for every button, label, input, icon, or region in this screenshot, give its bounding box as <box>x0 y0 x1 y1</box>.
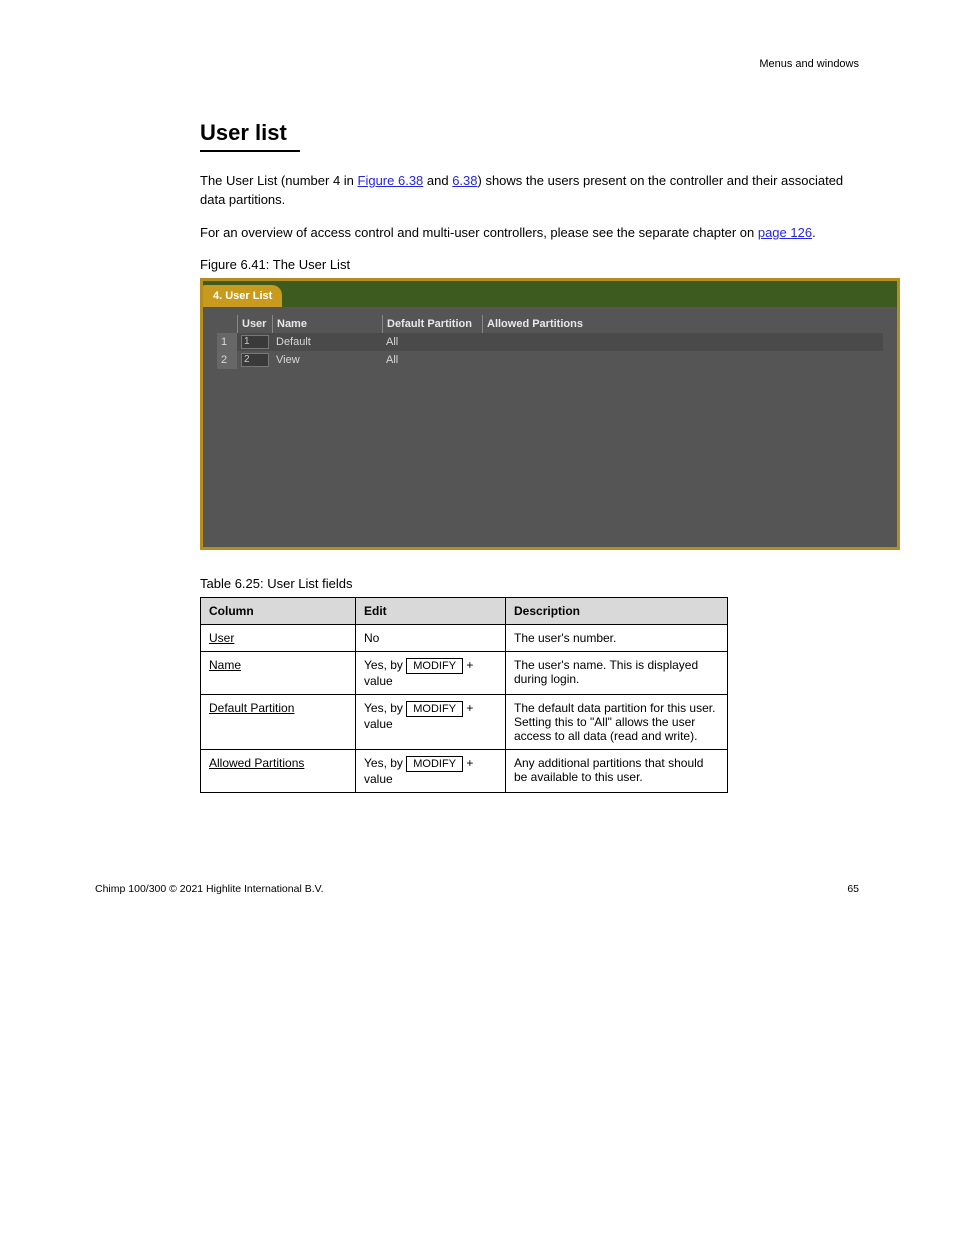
row-name: Default <box>272 333 382 351</box>
user-id-field[interactable]: 1 <box>241 335 269 349</box>
page-footer: Chimp 100/300 © 2021 Highlite Internatio… <box>90 883 864 895</box>
row-default-partition: All <box>382 351 482 369</box>
row-user: 2 <box>237 351 272 369</box>
modify-button[interactable]: MODIFY <box>406 658 463 674</box>
tab-user-list[interactable]: 4. User List <box>203 285 282 307</box>
spec-row: Name Yes, by MODIFY + value The user's n… <box>201 651 728 694</box>
table-row[interactable]: 2 2 View All <box>217 351 883 369</box>
spec-row: Default Partition Yes, by MODIFY + value… <box>201 694 728 749</box>
spec-col-user: User <box>209 631 234 645</box>
table-row[interactable]: 1 1 Default All <box>217 333 883 351</box>
figure-link-2[interactable]: 6.38 <box>452 173 477 188</box>
section-title: User list <box>200 120 864 146</box>
spec-desc: Any additional partitions that should be… <box>506 749 728 792</box>
user-list-window: 4. User List User Name Default Partition… <box>200 278 900 550</box>
spec-header-column: Column <box>201 597 356 624</box>
row-default-partition: All <box>382 333 482 351</box>
user-list-fields-table: Column Edit Description User No The user… <box>200 597 728 793</box>
spec-edit: No <box>356 624 506 651</box>
spec-row: User No The user's number. <box>201 624 728 651</box>
footer-page-number: 65 <box>847 883 859 895</box>
spec-row: Allowed Partitions Yes, by MODIFY + valu… <box>201 749 728 792</box>
row-index: 2 <box>217 351 237 369</box>
row-index: 1 <box>217 333 237 351</box>
header-right: Menus and windows <box>759 58 859 70</box>
header-default-partition: Default Partition <box>382 315 482 333</box>
intro-paragraphs: The User List (number 4 in Figure 6.38 a… <box>200 172 864 243</box>
spec-edit: Yes, by MODIFY + value <box>356 651 506 694</box>
spec-col-name: Name <box>209 658 241 672</box>
row-allowed-partitions <box>482 351 612 369</box>
spec-desc: The user's number. <box>506 624 728 651</box>
intro-para-2: For an overview of access control and mu… <box>200 224 864 243</box>
figure-link-1[interactable]: Figure 6.38 <box>358 173 424 188</box>
header-name: Name <box>272 315 382 333</box>
title-underline <box>200 150 300 152</box>
row-name: View <box>272 351 382 369</box>
spec-desc: The default data partition for this user… <box>506 694 728 749</box>
tab-bar: 4. User List <box>203 281 897 307</box>
user-id-field[interactable]: 2 <box>241 353 269 367</box>
footer-left: Chimp 100/300 © 2021 Highlite Internatio… <box>95 883 324 895</box>
row-user: 1 <box>237 333 272 351</box>
page-link[interactable]: page 126 <box>758 225 812 240</box>
spec-header-description: Description <box>506 597 728 624</box>
spec-header-edit: Edit <box>356 597 506 624</box>
user-list-content: User Name Default Partition Allowed Part… <box>203 307 897 547</box>
spec-edit: Yes, by MODIFY + value <box>356 749 506 792</box>
spec-desc: The user's name. This is displayed durin… <box>506 651 728 694</box>
header-allowed-partitions: Allowed Partitions <box>482 315 612 333</box>
spec-table-caption: Table 6.25: User List fields <box>200 576 864 591</box>
intro-para-1: The User List (number 4 in Figure 6.38 a… <box>200 172 864 210</box>
spec-col-allowed-partitions: Allowed Partitions <box>209 756 304 770</box>
spec-edit: Yes, by MODIFY + value <box>356 694 506 749</box>
modify-button[interactable]: MODIFY <box>406 756 463 772</box>
table-header-row: User Name Default Partition Allowed Part… <box>217 315 883 333</box>
modify-button[interactable]: MODIFY <box>406 701 463 717</box>
figure-caption: Figure 6.41: The User List <box>200 257 864 272</box>
spec-col-default-partition: Default Partition <box>209 701 294 715</box>
spec-header-row: Column Edit Description <box>201 597 728 624</box>
row-allowed-partitions <box>482 333 612 351</box>
header-user: User <box>237 315 272 333</box>
